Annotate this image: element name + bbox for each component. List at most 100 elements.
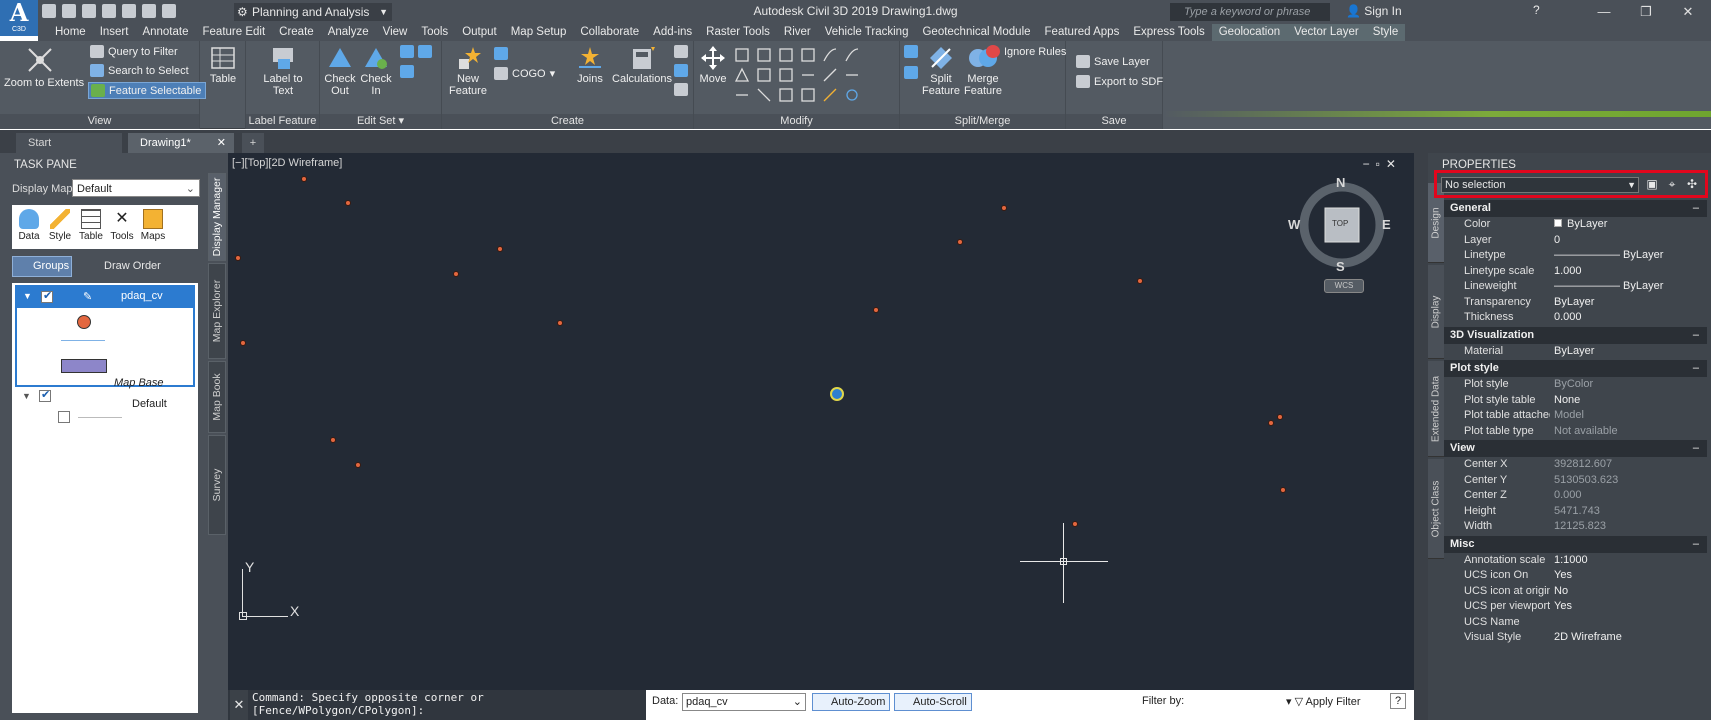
point-feature[interactable]	[1280, 487, 1286, 493]
table-button[interactable]: Table	[204, 45, 242, 85]
viewport-window-controls[interactable]: −▫✕	[1363, 157, 1402, 171]
restore-icon[interactable]: ❐	[1626, 1, 1666, 23]
tab-geolocation[interactable]: Geolocation	[1211, 24, 1288, 41]
expand-icon[interactable]: ▼	[23, 291, 32, 301]
selection-dropdown[interactable]: No selection ▼	[1441, 177, 1639, 193]
new-icon[interactable]	[42, 4, 56, 18]
property-row[interactable]: UCS per viewport Yes	[1444, 599, 1707, 615]
table-tool-button[interactable]: Table	[77, 209, 105, 249]
property-row[interactable]: Layer 0	[1444, 233, 1707, 249]
point-feature[interactable]	[557, 320, 563, 326]
property-row[interactable]: Lineweight —————— ByLayer	[1444, 279, 1707, 295]
property-value[interactable]: Yes	[1550, 568, 1707, 584]
property-row[interactable]: Linetype —————— ByLayer	[1444, 248, 1707, 264]
close-icon[interactable]: ✕	[217, 133, 226, 153]
compass-west[interactable]: W	[1288, 217, 1300, 232]
tab-raster-tools[interactable]: Raster Tools	[699, 24, 777, 41]
property-row[interactable]: Color ByLayer	[1444, 217, 1707, 233]
property-row[interactable]: Center Y 5130503.623	[1444, 473, 1707, 489]
property-row[interactable]: Annotation scale 1:1000	[1444, 553, 1707, 569]
quick-select-icon[interactable]: ✣	[1685, 177, 1699, 191]
tab-survey[interactable]: Survey	[208, 435, 226, 535]
section-3d-visualization[interactable]: 3D Visualization –	[1444, 326, 1707, 344]
property-value[interactable]: 1:1000	[1550, 553, 1707, 569]
maps-tool-button[interactable]: Maps	[139, 209, 167, 249]
point-feature[interactable]	[453, 271, 459, 277]
move-button[interactable]: Move	[696, 45, 730, 85]
style-tool-button[interactable]: Style	[46, 209, 74, 249]
tab-vehicle-tracking[interactable]: Vehicle Tracking	[818, 24, 916, 41]
compass-north[interactable]: N	[1336, 175, 1345, 190]
tab-extended-data[interactable]: Extended Data	[1428, 361, 1444, 457]
cogo-dropdown[interactable]: COGO ▾	[494, 67, 555, 80]
property-row[interactable]: Center Z 0.000	[1444, 488, 1707, 504]
property-row[interactable]: UCS Name	[1444, 615, 1707, 631]
toggle-pickadd-icon[interactable]: ▣	[1645, 177, 1659, 191]
property-value[interactable]: —————— ByLayer	[1550, 279, 1707, 295]
application-menu-button[interactable]: A C3D	[0, 0, 38, 36]
command-line[interactable]: ✕ Command: Specify opposite corner or [F…	[228, 690, 646, 720]
property-value[interactable]	[1550, 615, 1707, 631]
create-small-icon[interactable]	[494, 47, 508, 60]
tab-analyze[interactable]: Analyze	[321, 24, 376, 41]
property-row[interactable]: Height 5471.743	[1444, 504, 1707, 520]
layer-visibility-checkbox[interactable]	[41, 289, 53, 303]
property-value[interactable]: ByLayer	[1550, 217, 1707, 233]
tab-object-class[interactable]: Object Class	[1428, 459, 1444, 559]
calculations-button[interactable]: Calculations	[610, 45, 674, 85]
close-icon[interactable]: ✕	[1668, 1, 1708, 23]
viewcube[interactable]: N S E W TOP	[1288, 175, 1392, 295]
collapse-icon[interactable]: –	[1693, 536, 1699, 553]
save-layer-button[interactable]: Save Layer	[1076, 55, 1150, 68]
create-extra-tools[interactable]	[674, 45, 688, 96]
property-row[interactable]: Plot style ByColor	[1444, 377, 1707, 393]
tab-vector-layer[interactable]: Vector Layer	[1287, 24, 1366, 41]
compass-south[interactable]: S	[1336, 259, 1345, 274]
point-feature[interactable]	[1001, 205, 1007, 211]
point-feature[interactable]	[345, 200, 351, 206]
workspace-dropdown[interactable]: ⚙ Planning and Analysis ▼	[234, 3, 392, 21]
save-as-icon[interactable]	[102, 4, 116, 18]
selected-point-feature[interactable]	[830, 387, 844, 401]
tab-tools[interactable]: Tools	[414, 24, 455, 41]
point-feature[interactable]	[1072, 521, 1078, 527]
split-feature-button[interactable]: Split Feature	[920, 45, 962, 97]
zoom-to-extents-button[interactable]: Zoom to Extents	[4, 45, 84, 89]
property-row[interactable]: Linetype scale 1.000	[1444, 264, 1707, 280]
property-row[interactable]: UCS icon at origin No	[1444, 584, 1707, 600]
property-value[interactable]: Yes	[1550, 599, 1707, 615]
export-to-sdf-button[interactable]: Export to SDF	[1076, 75, 1163, 88]
feature-selectable-toggle[interactable]: Feature Selectable	[88, 82, 207, 99]
save-icon[interactable]	[82, 4, 96, 18]
tab-feature-edit[interactable]: Feature Edit	[196, 24, 273, 41]
draw-order-button[interactable]: Draw Order	[82, 256, 161, 277]
property-row[interactable]: Plot table attached...Model	[1444, 408, 1707, 424]
compass-east[interactable]: E	[1382, 217, 1391, 232]
property-row[interactable]: Thickness 0.000	[1444, 310, 1707, 326]
collapse-icon[interactable]: –	[1693, 327, 1699, 344]
tab-map-explorer[interactable]: Map Explorer	[208, 263, 226, 359]
property-row[interactable]: Width 12125.823	[1444, 519, 1707, 535]
sign-in-button[interactable]: 👤 Sign In	[1346, 4, 1402, 18]
property-value[interactable]: ByLayer	[1550, 344, 1707, 360]
viewport-controls-label[interactable]: [−][Top][2D Wireframe]	[232, 157, 342, 169]
minimize-icon[interactable]: —	[1584, 1, 1624, 23]
tab-collaborate[interactable]: Collaborate	[573, 24, 646, 41]
point-feature[interactable]	[355, 462, 361, 468]
tab-express-tools[interactable]: Express Tools	[1126, 24, 1211, 41]
tab-view[interactable]: View	[376, 24, 415, 41]
collapse-icon[interactable]: –	[1693, 440, 1699, 457]
help-icon[interactable]: ?	[1533, 3, 1540, 17]
data-tool-button[interactable]: Data	[15, 209, 43, 249]
default-layer-checkbox[interactable]	[58, 411, 70, 423]
property-row[interactable]: Plot table type Not available	[1444, 424, 1707, 440]
new-feature-button[interactable]: New Feature	[446, 45, 490, 97]
property-row[interactable]: Visual Style 2D Wireframe	[1444, 630, 1707, 646]
property-row[interactable]: Plot style table None	[1444, 393, 1707, 409]
check-in-button[interactable]: Check In	[358, 45, 394, 97]
section-view[interactable]: View –	[1444, 440, 1707, 457]
property-row[interactable]: Material ByLayer	[1444, 344, 1707, 360]
collapse-icon[interactable]: –	[1693, 200, 1699, 217]
query-to-filter-button[interactable]: Query to Filter	[90, 45, 178, 58]
tab-insert[interactable]: Insert	[93, 24, 136, 41]
